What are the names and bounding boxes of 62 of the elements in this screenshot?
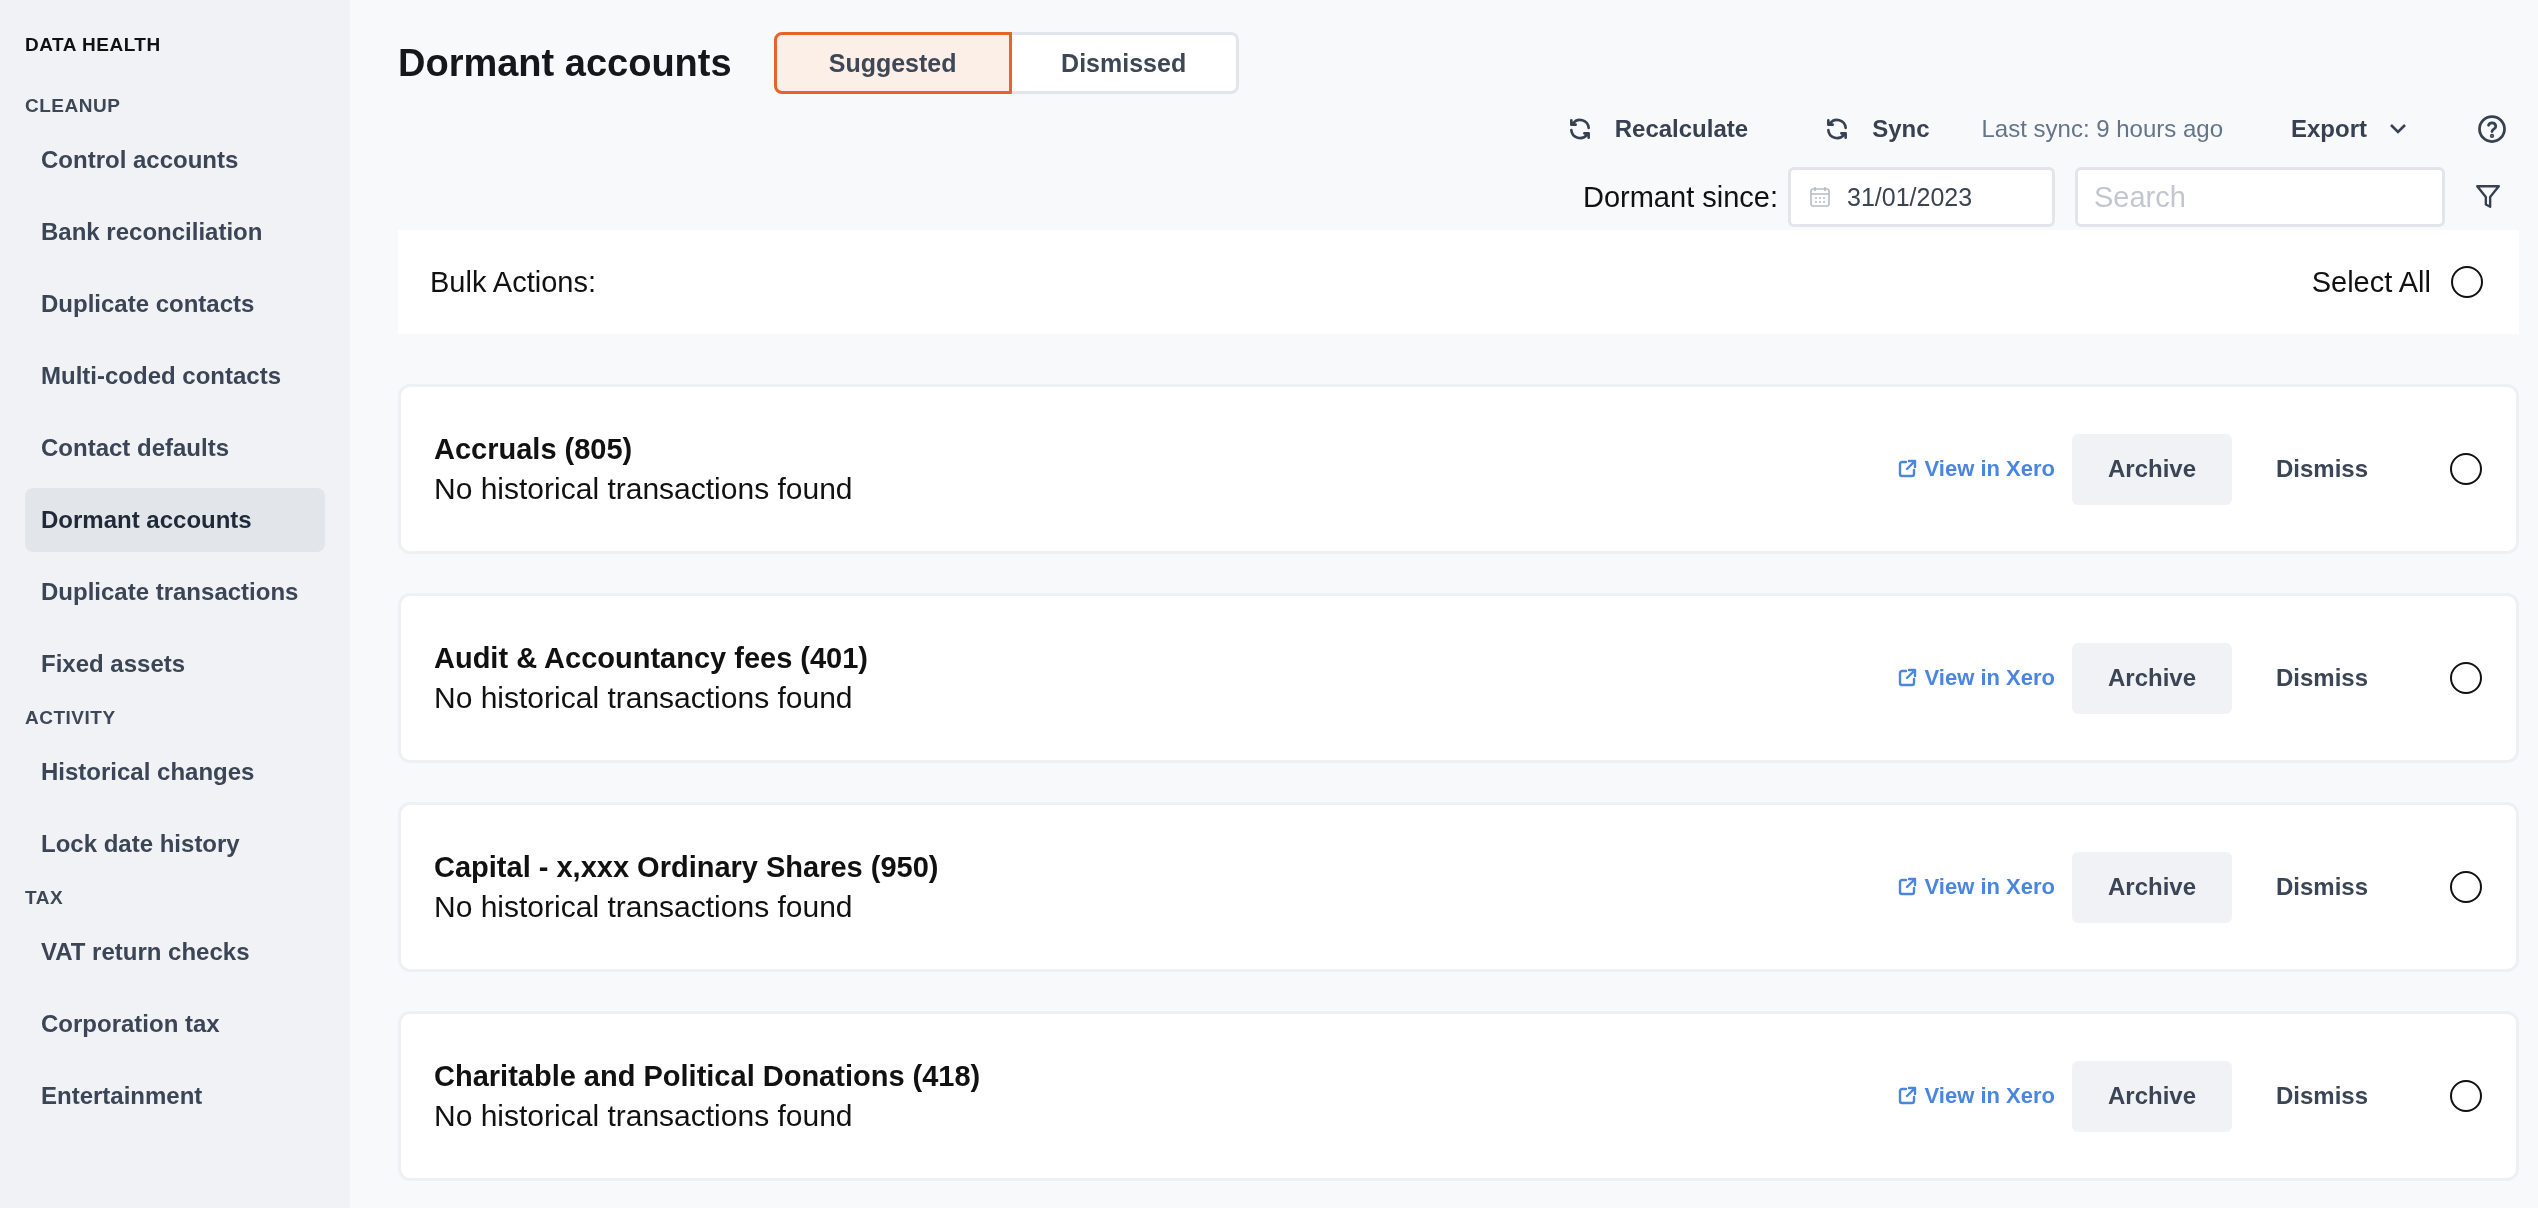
account-name: Audit & Accountancy fees (401) [434, 641, 869, 675]
view-in-xero-link[interactable]: View in Xero [1896, 665, 2055, 691]
search-field[interactable]: Search [2075, 167, 2445, 227]
help-icon[interactable] [2477, 114, 2507, 144]
sidebar-item[interactable]: Historical changes [25, 740, 325, 804]
select-radio[interactable] [2450, 871, 2482, 903]
select-all-label: Select All [2311, 265, 2431, 299]
filter-icon[interactable] [2475, 183, 2501, 211]
section-heading: CLEANUP [25, 94, 122, 118]
account-note: No historical transactions found [434, 471, 853, 506]
sidebar-item[interactable]: Dormant accounts [25, 488, 325, 552]
dismiss-button[interactable]: Dismiss [2232, 851, 2412, 923]
sidebar-item[interactable]: VAT return checks [25, 920, 325, 984]
page-title: Dormant accounts [398, 41, 732, 85]
archive-button[interactable]: Archive [2072, 642, 2232, 714]
view-in-xero-link[interactable]: View in Xero [1896, 1083, 2055, 1109]
export-button[interactable]: Export [2291, 115, 2407, 143]
account-note: No historical transactions found [434, 1098, 854, 1133]
external-link-icon [1896, 1086, 1917, 1106]
account-name: Accruals (805) [434, 432, 634, 466]
tab[interactable]: Suggested [773, 32, 1012, 94]
recalculate-button[interactable]: Recalculate [1566, 115, 1749, 143]
select-radio[interactable] [2450, 453, 2482, 485]
select-radio[interactable] [2450, 1080, 2482, 1112]
dormant-since-label: Dormant since: [1583, 180, 1778, 214]
section-heading: TAX [25, 886, 65, 910]
sidebar-item[interactable]: Corporation tax [25, 992, 325, 1056]
archive-button[interactable]: Archive [2072, 1060, 2232, 1132]
sync-button[interactable]: Sync [1824, 115, 1930, 143]
account-note: No historical transactions found [434, 889, 854, 924]
last-sync-text: Last sync: 9 hours ago [1981, 115, 2223, 143]
bulk-actions-label: Bulk Actions: [430, 265, 597, 299]
sidebar-item[interactable]: Duplicate contacts [25, 272, 325, 336]
external-link-icon [1896, 668, 1917, 688]
archive-button[interactable]: Archive [2072, 851, 2232, 923]
sidebar-item[interactable]: Fixed assets [25, 632, 325, 696]
chevron-down-icon [2389, 123, 2407, 135]
sidebar-item[interactable]: Lock date history [25, 812, 325, 876]
select-all-radio[interactable] [2451, 266, 2483, 298]
account-name: Capital - x,xxx Ordinary Shares (950) [434, 850, 939, 884]
select-radio[interactable] [2450, 662, 2482, 694]
sidebar-item[interactable]: Multi-coded contacts [25, 344, 325, 408]
dismiss-button[interactable]: Dismiss [2232, 433, 2412, 505]
sidebar-item[interactable]: Bank reconciliation [25, 200, 325, 264]
external-link-icon [1896, 459, 1917, 479]
account-note: No historical transactions found [434, 680, 854, 715]
dismiss-button[interactable]: Dismiss [2232, 1060, 2412, 1132]
tab[interactable]: Dismissed [1011, 32, 1239, 94]
date-field[interactable]: 31/01/2023 [1788, 167, 2055, 227]
sidebar-title: DATA HEALTH [25, 34, 162, 56]
archive-button[interactable]: Archive [2072, 433, 2232, 505]
calendar-icon [1809, 186, 1831, 208]
sidebar-item[interactable]: Duplicate transactions [25, 560, 325, 624]
view-in-xero-link[interactable]: View in Xero [1896, 874, 2055, 900]
dismiss-button[interactable]: Dismiss [2232, 642, 2412, 714]
section-heading: ACTIVITY [25, 706, 117, 730]
external-link-icon [1896, 877, 1917, 897]
sidebar-item[interactable]: Control accounts [25, 128, 325, 192]
sidebar-item[interactable]: Contact defaults [25, 416, 325, 480]
view-in-xero-link[interactable]: View in Xero [1896, 456, 2055, 482]
sidebar-item[interactable]: Entertainment [25, 1064, 325, 1128]
account-name: Charitable and Political Donations (418) [434, 1059, 981, 1093]
